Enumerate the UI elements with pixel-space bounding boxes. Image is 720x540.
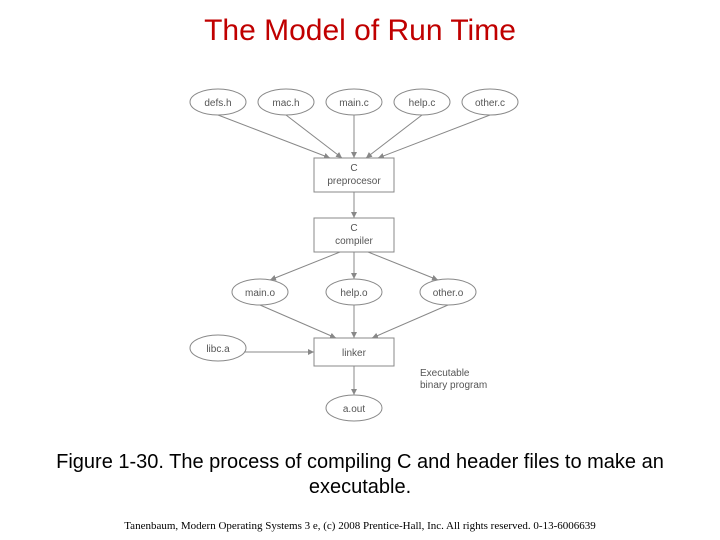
copyright-footer: Tanenbaum, Modern Operating Systems 3 e,… <box>0 520 720 532</box>
label-othero: other.o <box>433 288 464 299</box>
label-helpc: help.c <box>409 98 436 109</box>
edge-compiler-othero <box>368 252 438 280</box>
label-linker: linker <box>342 348 367 359</box>
node-aout: a.out <box>326 395 382 421</box>
figure-caption: Figure 1-30. The process of compiling C … <box>40 450 680 500</box>
label-preproc-l2: preprocesor <box>327 176 381 187</box>
node-preprocessor: C preprocesor <box>314 158 394 192</box>
node-helpc: help.c <box>394 89 450 115</box>
label-maino: main.o <box>245 288 275 299</box>
edge-othero-linker <box>372 305 448 338</box>
node-libca: libc.a <box>190 335 246 361</box>
node-defsh: defs.h <box>190 89 246 115</box>
note-line2: binary program <box>420 380 487 391</box>
node-helpo: help.o <box>326 279 382 305</box>
label-defsh: defs.h <box>204 98 231 109</box>
label-aout: a.out <box>343 404 365 415</box>
node-otherc: other.c <box>462 89 518 115</box>
node-maino: main.o <box>232 279 288 305</box>
label-mainc: main.c <box>339 98 368 109</box>
note-line1: Executable <box>420 368 470 379</box>
label-compiler-l1: C <box>350 223 357 234</box>
label-mach: mac.h <box>272 98 299 109</box>
slide: The Model of Run Time defs.h mac.h main.… <box>0 0 720 540</box>
label-otherc: other.c <box>475 98 505 109</box>
label-compiler-l2: compiler <box>335 236 373 247</box>
compile-diagram: defs.h mac.h main.c help.c other.c <box>180 80 540 440</box>
edge-maino-linker <box>260 305 336 338</box>
node-mach: mac.h <box>258 89 314 115</box>
node-mainc: main.c <box>326 89 382 115</box>
slide-title: The Model of Run Time <box>0 14 720 48</box>
edge-compiler-maino <box>270 252 340 280</box>
node-linker: linker <box>314 338 394 366</box>
label-preproc-l1: C <box>350 163 357 174</box>
label-helpo: help.o <box>340 288 368 299</box>
label-libca: libc.a <box>206 344 230 355</box>
node-compiler: C compiler <box>314 218 394 252</box>
node-othero: other.o <box>420 279 476 305</box>
